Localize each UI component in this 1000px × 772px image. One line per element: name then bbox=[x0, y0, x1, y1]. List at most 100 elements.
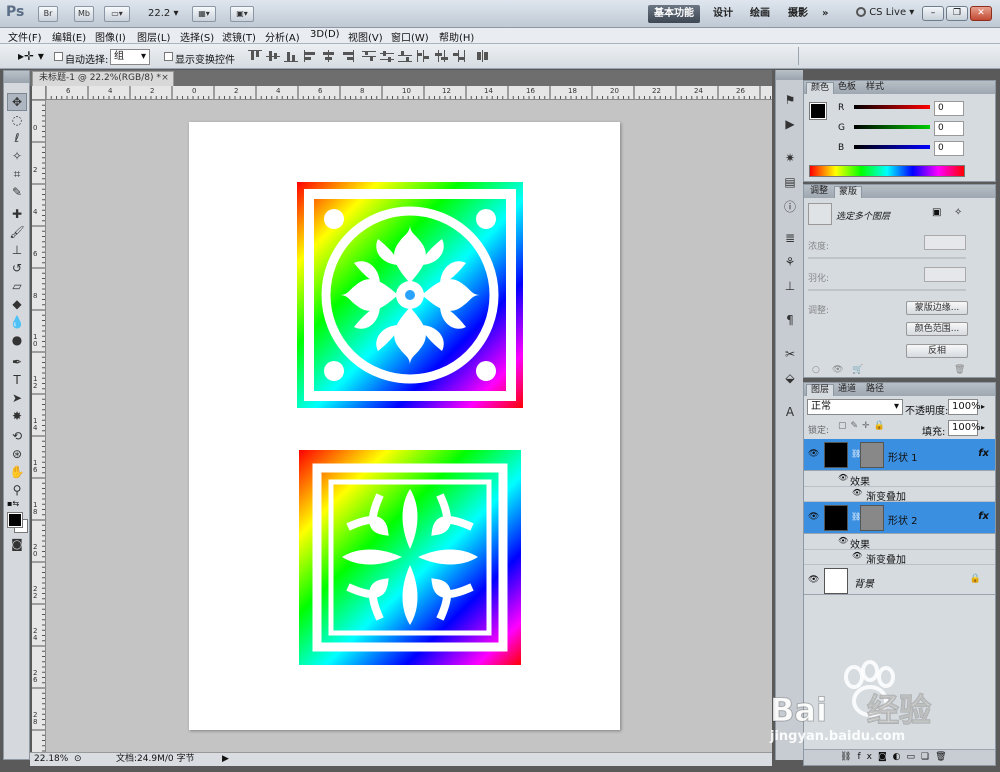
crop-tool-icon[interactable]: ⌗ bbox=[7, 165, 27, 183]
status-preview-icon[interactable]: ⊙ bbox=[74, 753, 82, 766]
align-left-icon[interactable] bbox=[304, 50, 318, 62]
tab-paths[interactable]: 路径 bbox=[862, 384, 888, 396]
shape-tool-icon[interactable]: ✸ bbox=[7, 407, 27, 425]
delete-mask-icon[interactable]: 🗑 bbox=[954, 365, 965, 375]
default-colors-icon[interactable]: ▪⇆ bbox=[7, 499, 19, 508]
auto-align-layers-icon[interactable] bbox=[476, 50, 490, 62]
distribute-right-icon[interactable] bbox=[452, 50, 466, 62]
mask-edge-button[interactable]: 蒙版边缘... bbox=[906, 301, 968, 315]
3d-orbit-tool-icon[interactable]: ⊛ bbox=[7, 445, 27, 463]
tab-masks[interactable]: 蒙版 bbox=[834, 186, 863, 198]
eyedropper-tool-icon[interactable]: ✎ bbox=[7, 183, 27, 201]
actions-panel-icon[interactable]: ▶ bbox=[781, 116, 799, 132]
align-top-icon[interactable] bbox=[248, 50, 262, 62]
3d-rotate-tool-icon[interactable]: ⟲ bbox=[7, 427, 27, 445]
auto-select-checkbox[interactable] bbox=[54, 52, 63, 61]
magic-wand-tool-icon[interactable]: ✧ bbox=[7, 147, 27, 165]
healing-brush-tool-icon[interactable]: ✚ bbox=[7, 205, 27, 223]
layer-effects-icon[interactable]: fx bbox=[978, 448, 989, 459]
workspace-photography[interactable]: 摄影 bbox=[782, 5, 814, 23]
paragraph-panel-icon[interactable]: ¶ bbox=[781, 312, 799, 328]
zoom-tool-icon[interactable]: ⚲ bbox=[7, 481, 27, 499]
show-transform-checkbox[interactable] bbox=[164, 52, 173, 61]
apply-mask-icon[interactable]: 👁 bbox=[832, 365, 843, 375]
fill-input[interactable]: 100% bbox=[948, 420, 981, 436]
brush-tool-icon[interactable]: 🖌 bbox=[7, 223, 27, 241]
distribute-vertical-center-icon[interactable] bbox=[380, 50, 394, 62]
3d-panel-icon[interactable]: ✂ bbox=[781, 346, 799, 362]
tab-adjustments[interactable]: 调整 bbox=[806, 186, 832, 198]
workspace-painting[interactable]: 绘画 bbox=[744, 5, 776, 23]
blur-tool-icon[interactable]: 💧 bbox=[7, 313, 27, 331]
marquee-tool-icon[interactable]: ◌ bbox=[7, 111, 27, 129]
align-vertical-center-icon[interactable] bbox=[266, 50, 280, 62]
tab-styles[interactable]: 样式 bbox=[862, 82, 888, 94]
blue-slider[interactable] bbox=[854, 145, 930, 149]
paint-bucket-tool-icon[interactable]: ◆ bbox=[7, 295, 27, 313]
histogram-panel-icon[interactable]: ▤ bbox=[781, 174, 799, 190]
lock-icons[interactable]: ▢✎✛🔒 bbox=[838, 421, 889, 431]
layer-effects-icon[interactable]: fx bbox=[978, 511, 989, 522]
pen-tool-icon[interactable]: ✒ bbox=[7, 353, 27, 371]
green-value-input[interactable]: 0 bbox=[934, 121, 964, 136]
distribute-horizontal-center-icon[interactable] bbox=[434, 50, 448, 62]
brushes-panel-icon[interactable]: ≣ bbox=[781, 230, 799, 246]
screen-mode-icon[interactable]: ▣▾ bbox=[230, 6, 254, 22]
visibility-eye-icon[interactable]: 👁 bbox=[808, 449, 819, 459]
type-tool-icon[interactable]: T bbox=[7, 371, 27, 389]
character-panel-icon[interactable]: A bbox=[781, 404, 799, 420]
document-page[interactable] bbox=[189, 122, 620, 730]
opacity-input[interactable]: 100% bbox=[948, 399, 981, 415]
add-vector-mask-icon[interactable]: ✧ bbox=[954, 207, 962, 218]
more-workspaces-button[interactable]: » bbox=[816, 5, 834, 23]
disable-mask-icon[interactable]: 🛒 bbox=[852, 365, 863, 375]
menu-analysis[interactable]: 分析(A) bbox=[265, 29, 300, 44]
layer-row-background[interactable]: 👁 背景 🔒 bbox=[804, 565, 995, 595]
add-pixel-mask-icon[interactable]: ▣ bbox=[932, 207, 941, 218]
arrange-documents-icon[interactable]: ▦▾ bbox=[192, 6, 216, 22]
auto-select-target-select[interactable]: 组 ▾ bbox=[110, 49, 150, 65]
workspace-essentials[interactable]: 基本功能 bbox=[648, 5, 700, 23]
info-panel-icon[interactable]: ⓘ bbox=[781, 198, 799, 214]
visibility-eye-icon[interactable]: 👁 bbox=[808, 512, 819, 522]
layer-effects-row[interactable]: 👁 效果 bbox=[804, 472, 995, 488]
effects-eye-icon[interactable]: 👁 bbox=[838, 473, 848, 482]
document-tab[interactable]: 未标题-1 @ 22.2%(RGB/8) * × bbox=[32, 71, 174, 86]
layer-row-shape-1[interactable]: 👁 ⛓ 形状 1 fx bbox=[804, 439, 995, 471]
align-horizontal-center-icon[interactable] bbox=[322, 50, 336, 62]
tab-swatches[interactable]: 色板 bbox=[834, 82, 860, 94]
dodge-tool-icon[interactable]: ● bbox=[7, 331, 27, 349]
clone-stamp-tool-icon[interactable]: ⊥ bbox=[7, 241, 27, 259]
gradient-overlay-eye-icon[interactable]: 👁 bbox=[852, 488, 862, 497]
menu-select[interactable]: 选择(S) bbox=[180, 29, 214, 44]
close-window-button[interactable]: ✕ bbox=[970, 6, 992, 21]
layer-row-shape-2[interactable]: 👁 ⛓ 形状 2 fx bbox=[804, 502, 995, 534]
view-extras-icon[interactable]: ▭▾ bbox=[104, 6, 130, 22]
menu-file[interactable]: 文件(F) bbox=[8, 29, 42, 44]
status-zoom[interactable]: 22.18% bbox=[34, 753, 68, 766]
blue-value-input[interactable]: 0 bbox=[934, 141, 964, 156]
history-brush-tool-icon[interactable]: ↺ bbox=[7, 259, 27, 277]
align-bottom-icon[interactable] bbox=[284, 50, 298, 62]
menu-window[interactable]: 窗口(W) bbox=[391, 29, 429, 44]
minimize-button[interactable]: – bbox=[922, 6, 944, 21]
workspace-design[interactable]: 设计 bbox=[707, 5, 739, 23]
align-right-icon[interactable] bbox=[340, 50, 354, 62]
tab-color[interactable]: 颜色 bbox=[806, 82, 835, 94]
animation-panel-icon[interactable]: ⬙ bbox=[781, 370, 799, 386]
gradient-overlay-row[interactable]: 👁 渐变叠加 bbox=[804, 550, 995, 566]
load-selection-icon[interactable]: ○ bbox=[812, 365, 820, 375]
close-document-icon[interactable]: × bbox=[160, 73, 170, 83]
document-canvas[interactable] bbox=[46, 100, 772, 752]
tool-presets-panel-icon[interactable]: ⊥ bbox=[781, 278, 799, 294]
eraser-tool-icon[interactable]: ▱ bbox=[7, 277, 27, 295]
blend-mode-select[interactable]: 正常 ▾ bbox=[807, 399, 903, 415]
color-spectrum-ramp[interactable] bbox=[809, 165, 965, 177]
tab-layers[interactable]: 图层 bbox=[806, 384, 835, 396]
color-range-button[interactable]: 颜色范围... bbox=[906, 322, 968, 336]
visibility-eye-icon[interactable]: 👁 bbox=[808, 575, 819, 585]
quick-mask-icon[interactable]: ◙ bbox=[7, 535, 27, 553]
red-value-input[interactable]: 0 bbox=[934, 101, 964, 116]
menu-view[interactable]: 视图(V) bbox=[348, 29, 383, 44]
cs-live-button[interactable]: CS Live ▾ bbox=[856, 7, 914, 18]
